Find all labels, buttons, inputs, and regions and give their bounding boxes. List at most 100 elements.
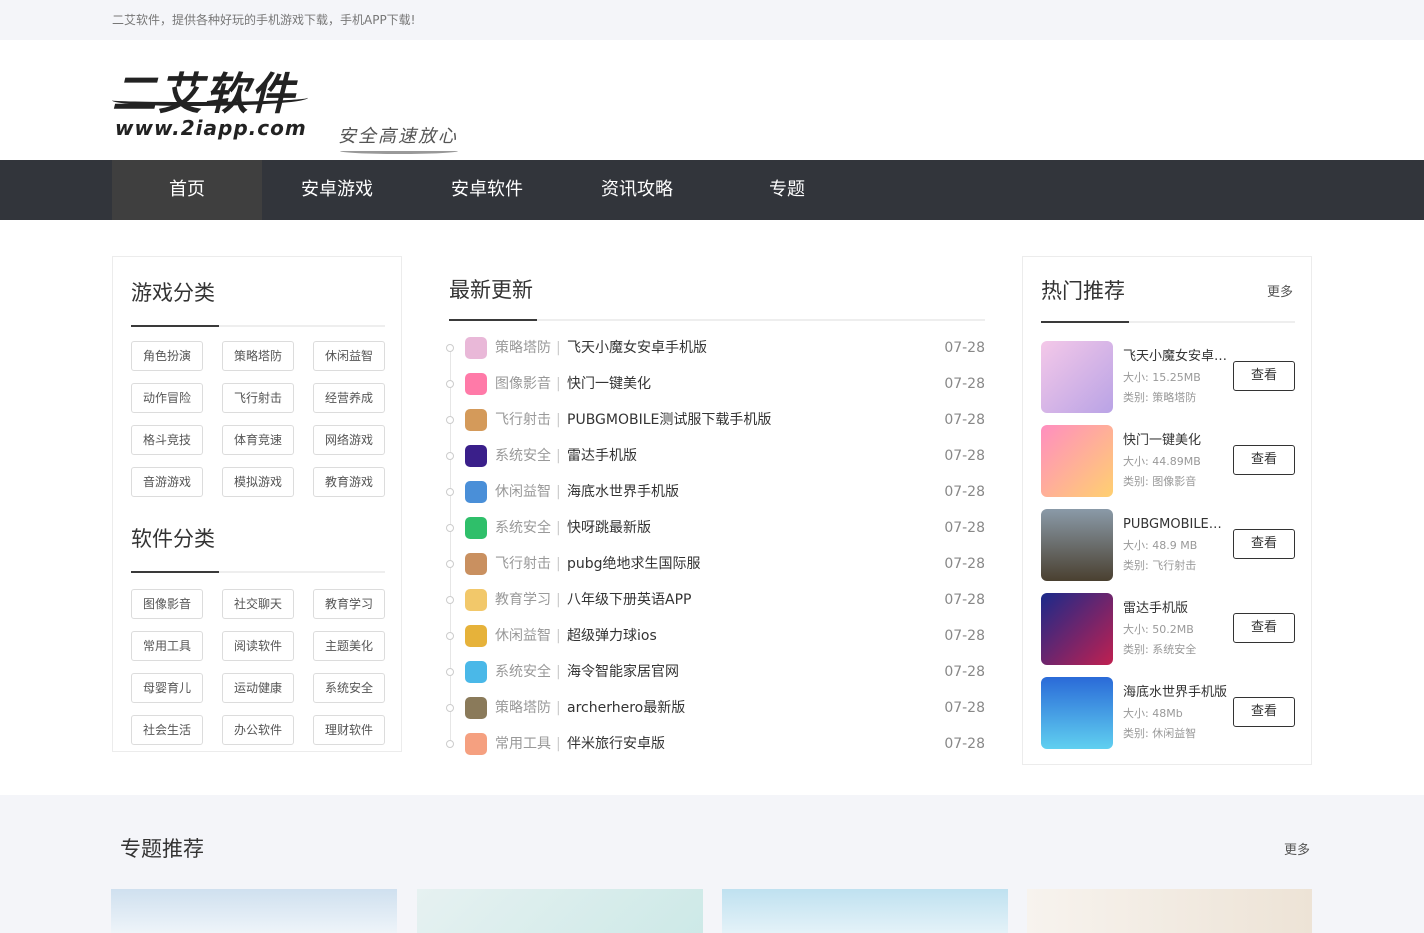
separator: |	[556, 484, 561, 500]
app-thumbnail[interactable]	[1041, 509, 1113, 581]
update-row[interactable]: 图像影音 | 快门一键美化 07-28	[446, 366, 985, 402]
update-name[interactable]: pubg绝地求生国际服	[567, 546, 701, 582]
app-thumbnail[interactable]	[1041, 677, 1113, 749]
topic-card[interactable]	[722, 889, 1008, 933]
category-tag[interactable]: 格斗竞技	[131, 425, 203, 455]
nav-item[interactable]: 安卓软件	[412, 160, 562, 220]
update-category[interactable]: 系统安全	[495, 438, 551, 474]
category-tag[interactable]: 教育游戏	[313, 467, 385, 497]
update-name[interactable]: 快呀跳最新版	[567, 510, 651, 546]
category-tag[interactable]: 网络游戏	[313, 425, 385, 455]
update-category[interactable]: 系统安全	[495, 510, 551, 546]
category-tag[interactable]: 母婴育儿	[131, 673, 203, 703]
category-tag[interactable]: 主题美化	[313, 631, 385, 661]
update-category[interactable]: 休闲益智	[495, 474, 551, 510]
category-tag[interactable]: 阅读软件	[222, 631, 294, 661]
update-category[interactable]: 系统安全	[495, 654, 551, 690]
category-tag[interactable]: 教育学习	[313, 589, 385, 619]
update-category[interactable]: 图像影音	[495, 366, 551, 402]
update-category[interactable]: 飞行射击	[495, 402, 551, 438]
category-tag[interactable]: 休闲益智	[313, 341, 385, 371]
hot-app-name[interactable]: 海底水世界手机版	[1123, 681, 1229, 700]
view-button[interactable]: 查看	[1233, 445, 1295, 475]
update-name[interactable]: 雷达手机版	[567, 438, 637, 474]
category-tag[interactable]: 经营养成	[313, 383, 385, 413]
category-tag[interactable]: 策略塔防	[222, 341, 294, 371]
update-name[interactable]: PUBGMOBILE测试服下载手机版	[567, 402, 771, 438]
view-button[interactable]: 查看	[1233, 361, 1295, 391]
update-category[interactable]: 教育学习	[495, 582, 551, 618]
update-category[interactable]: 常用工具	[495, 726, 551, 762]
view-button[interactable]: 查看	[1233, 697, 1295, 727]
category-tag[interactable]: 动作冒险	[131, 383, 203, 413]
update-row[interactable]: 常用工具 | 伴米旅行安卓版 07-28	[446, 726, 985, 762]
nav-item[interactable]: 首页	[112, 160, 262, 220]
category-tag[interactable]: 角色扮演	[131, 341, 203, 371]
update-row[interactable]: 休闲益智 | 超级弹力球ios 07-28	[446, 618, 985, 654]
view-button[interactable]: 查看	[1233, 613, 1295, 643]
topic-card[interactable]	[417, 889, 703, 933]
category-tag[interactable]: 理财软件	[313, 715, 385, 745]
category-tag[interactable]: 音游游戏	[131, 467, 203, 497]
category-tag[interactable]: 图像影音	[131, 589, 203, 619]
category-tag[interactable]: 社会生活	[131, 715, 203, 745]
category-tag[interactable]: 模拟游戏	[222, 467, 294, 497]
hot-app-name[interactable]: 快门一键美化	[1123, 429, 1229, 448]
update-name[interactable]: 海底水世界手机版	[567, 474, 679, 510]
update-row[interactable]: 系统安全 | 雷达手机版 07-28	[446, 438, 985, 474]
update-category[interactable]: 飞行射击	[495, 546, 551, 582]
hot-more-link[interactable]: 更多	[1267, 281, 1293, 300]
app-icon	[465, 409, 487, 431]
software-category-block: 软件分类 图像影音 社交聊天 教育学习 常用工具 阅读软件 主题美化 母婴育儿 运动健康 系统安…	[131, 523, 385, 745]
category-tag[interactable]: 常用工具	[131, 631, 203, 661]
hot-app-name[interactable]: 雷达手机版	[1123, 597, 1229, 616]
category-tag[interactable]: 系统安全	[313, 673, 385, 703]
nav-item[interactable]: 安卓游戏	[262, 160, 412, 220]
update-category[interactable]: 策略塔防	[495, 330, 551, 366]
update-row[interactable]: 系统安全 | 快呀跳最新版 07-28	[446, 510, 985, 546]
category-tag[interactable]: 办公软件	[222, 715, 294, 745]
update-name[interactable]: 快门一键美化	[567, 366, 651, 402]
topic-card[interactable]	[111, 889, 397, 933]
hot-app-name[interactable]: PUBGMOBILE测试服	[1123, 513, 1229, 532]
category-tag[interactable]: 飞行射击	[222, 383, 294, 413]
update-name[interactable]: 八年级下册英语APP	[567, 582, 691, 618]
topics-more-link[interactable]: 更多	[1284, 839, 1310, 858]
timeline-dot	[446, 632, 454, 640]
separator: |	[556, 700, 561, 716]
update-name[interactable]: 超级弹力球ios	[567, 618, 657, 654]
nav-item[interactable]: 资讯攻略	[562, 160, 712, 220]
hot-panel: 热门推荐 更多 飞天小魔女安卓手机版大小: 15.25MB类别: 策略塔防查看快…	[1022, 256, 1312, 765]
category-tag[interactable]: 社交聊天	[222, 589, 294, 619]
update-date: 07-28	[944, 520, 985, 536]
hot-item: 飞天小魔女安卓手机版大小: 15.25MB 类别: 策略塔防 查看	[1041, 341, 1295, 413]
update-name[interactable]: 飞天小魔女安卓手机版	[567, 330, 707, 366]
topic-card[interactable]	[1027, 889, 1312, 933]
app-thumbnail[interactable]	[1041, 341, 1113, 413]
update-row[interactable]: 策略塔防 | 飞天小魔女安卓手机版 07-28	[446, 330, 985, 366]
category-tag[interactable]: 体育竞速	[222, 425, 294, 455]
update-row[interactable]: 飞行射击 | pubg绝地求生国际服 07-28	[446, 546, 985, 582]
update-row[interactable]: 休闲益智 | 海底水世界手机版 07-28	[446, 474, 985, 510]
update-name[interactable]: archerhero最新版	[567, 690, 685, 726]
update-row[interactable]: 飞行射击 | PUBGMOBILE测试服下载手机版 07-28	[446, 402, 985, 438]
app-icon	[465, 589, 487, 611]
category-tag[interactable]: 运动健康	[222, 673, 294, 703]
update-category[interactable]: 休闲益智	[495, 618, 551, 654]
view-button[interactable]: 查看	[1233, 529, 1295, 559]
app-thumbnail[interactable]	[1041, 593, 1113, 665]
update-row[interactable]: 策略塔防 | archerhero最新版 07-28	[446, 690, 985, 726]
update-row[interactable]: 系统安全 | 海令智能家居官网 07-28	[446, 654, 985, 690]
nav-item[interactable]: 专题	[712, 160, 862, 220]
update-category[interactable]: 策略塔防	[495, 690, 551, 726]
update-name[interactable]: 伴米旅行安卓版	[567, 726, 665, 762]
update-name[interactable]: 海令智能家居官网	[567, 654, 679, 690]
app-icon	[465, 697, 487, 719]
hot-app-name[interactable]: 飞天小魔女安卓手机版	[1123, 345, 1229, 364]
slogan: 安全高速放心	[338, 126, 458, 147]
hot-item: 快门一键美化 大小: 44.89MB 类别: 图像影音 查看	[1041, 425, 1295, 497]
timeline-dot	[446, 668, 454, 676]
update-row[interactable]: 教育学习 | 八年级下册英语APP 07-28	[446, 582, 985, 618]
site-logo[interactable]: 二艾软件 www.2iapp.com	[112, 58, 312, 148]
app-thumbnail[interactable]	[1041, 425, 1113, 497]
